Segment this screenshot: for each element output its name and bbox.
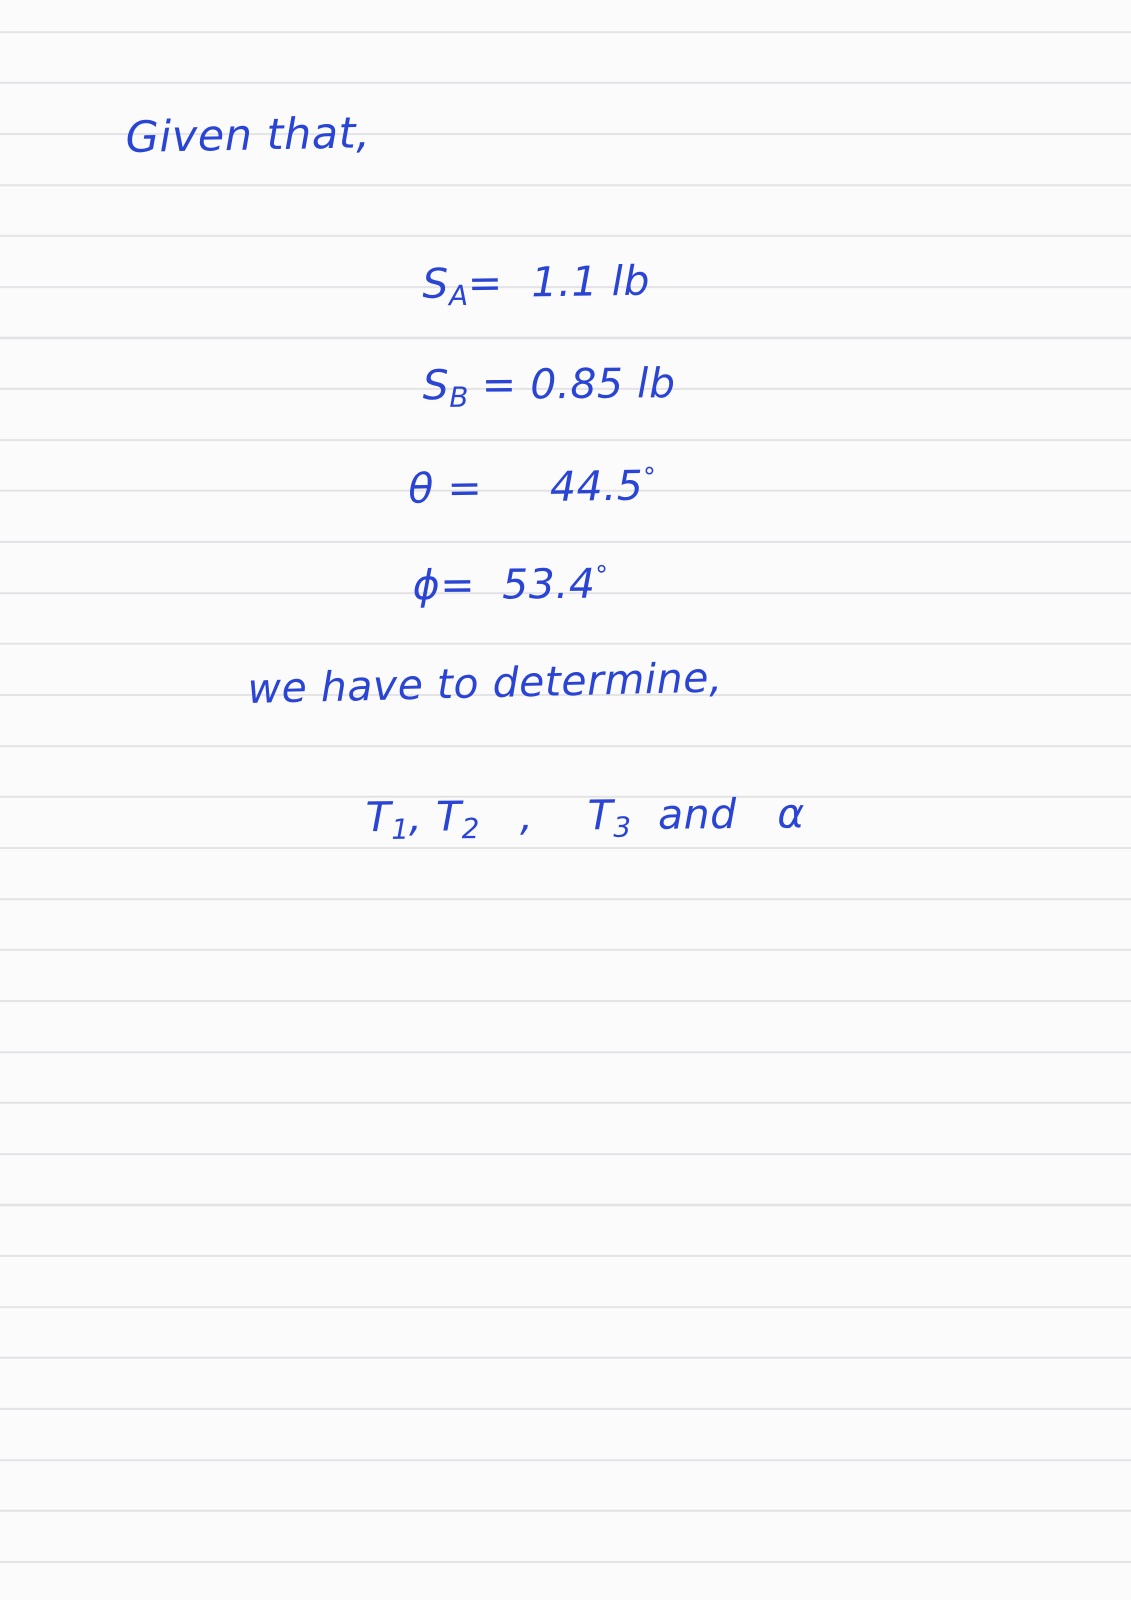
unknown-t2: T xyxy=(435,792,462,841)
subscript-1: 1 xyxy=(391,812,410,846)
subscript-3: 3 xyxy=(613,810,632,844)
comma-1: , xyxy=(408,792,423,841)
subscript-2: 2 xyxy=(461,812,480,846)
handwriting-layer: Given that, SA= 1.1 lb SB = 0.85 lb θ = … xyxy=(0,0,1131,1600)
unknown-t3: T xyxy=(587,791,614,840)
determine-intro-text: we have to determine, xyxy=(246,653,724,713)
symbol-s-b: S xyxy=(422,361,450,410)
value-sb: 0.85 xyxy=(530,359,624,409)
subscript-a: A xyxy=(448,279,469,313)
unknown-t1: T xyxy=(365,793,392,842)
value-theta: 44.5 xyxy=(549,461,644,511)
subscript-beta: B xyxy=(449,380,469,414)
equals-sign-phi: = xyxy=(439,560,476,610)
given-equation-phi: ϕ= 53.4° xyxy=(331,522,609,648)
value-sa: 1.1 xyxy=(530,257,599,307)
unit-sa: lb xyxy=(611,256,651,306)
symbol-theta: θ xyxy=(407,464,435,513)
unknown-alpha: α xyxy=(776,789,805,838)
symbol-s-a: S xyxy=(421,259,450,308)
equals-sign-theta: = xyxy=(447,463,483,513)
conjunction-and: and xyxy=(657,790,737,839)
unknowns-list: T1, T2 , T3 and α xyxy=(284,752,805,885)
degree-symbol-phi: ° xyxy=(595,559,609,590)
notebook-page: Given that, SA= 1.1 lb SB = 0.85 lb θ = … xyxy=(0,0,1131,1600)
symbol-phi: ϕ xyxy=(412,561,441,610)
comma-2: , xyxy=(519,791,534,840)
heading-given-that: Given that, xyxy=(125,108,371,163)
equals-sign-sb: = xyxy=(481,360,517,409)
degree-symbol-theta: ° xyxy=(642,461,657,492)
value-phi: 53.4 xyxy=(501,559,596,609)
equals-sign-sa: = xyxy=(467,258,505,308)
unit-sb: lb xyxy=(636,359,676,408)
